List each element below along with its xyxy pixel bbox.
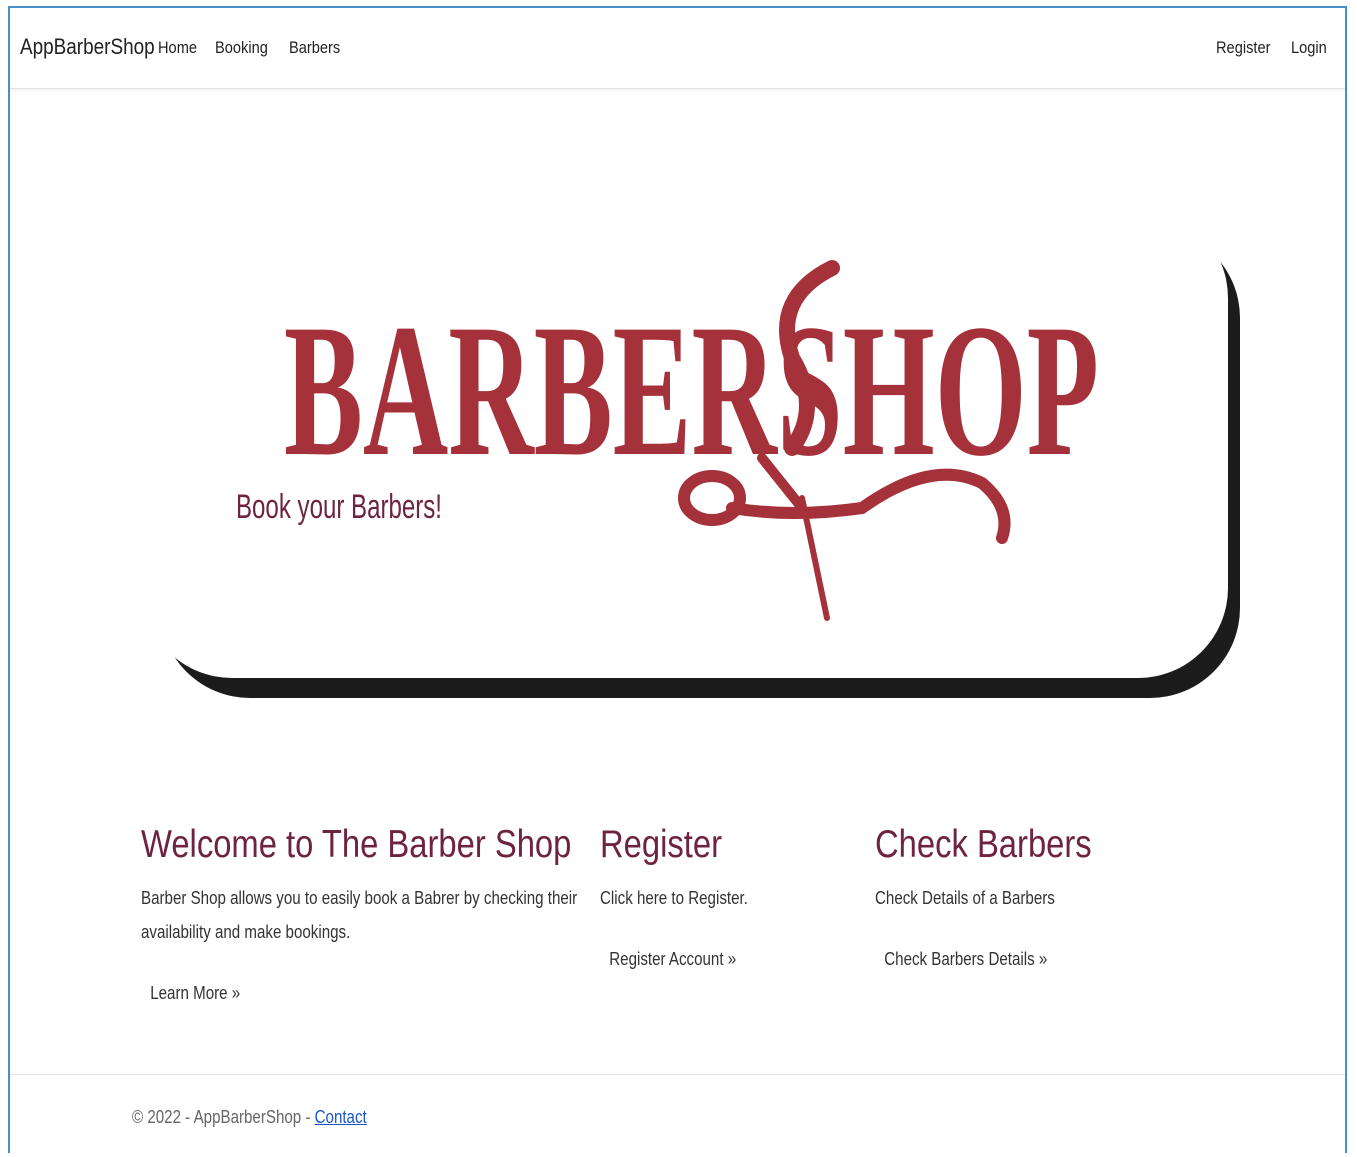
- check-barbers-details-link[interactable]: Check Barbers Details »: [875, 941, 1057, 978]
- nav-login-link[interactable]: Login: [1291, 38, 1327, 58]
- nav-home-link[interactable]: Home: [158, 38, 197, 58]
- register-heading: Register: [600, 823, 722, 866]
- brand-link[interactable]: AppBarberShop: [20, 34, 155, 60]
- nav-register-link[interactable]: Register: [1216, 38, 1270, 58]
- logo-text: BARBERSHOP: [284, 286, 1099, 496]
- hero-tagline: Book your Barbers!: [236, 488, 442, 526]
- nav-barbers-link[interactable]: Barbers: [289, 38, 340, 58]
- check-barbers-column: Check Barbers Check Details of a Barbers…: [875, 823, 1133, 978]
- nav-account-links: Register Login: [1216, 38, 1333, 58]
- check-barbers-text: Check Details of a Barbers: [875, 888, 1055, 908]
- register-account-link[interactable]: Register Account »: [600, 941, 745, 978]
- nav-booking-link[interactable]: Booking: [215, 38, 268, 58]
- welcome-text-line-1: Barber Shop allows you to easily book a …: [141, 888, 578, 908]
- welcome-heading: Welcome to The Barber Shop: [141, 823, 572, 866]
- footer: © 2022 - AppBarberShop - Contact: [10, 1074, 1345, 1157]
- nav-main-links: Home Booking Barbers: [158, 38, 348, 58]
- contact-link[interactable]: Contact: [315, 1107, 367, 1127]
- check-barbers-heading: Check Barbers: [875, 823, 1092, 866]
- browser-page: AppBarberShop Home Booking Barbers Regis…: [8, 6, 1347, 1153]
- copyright-text: © 2022 - AppBarberShop -: [132, 1107, 315, 1127]
- hero-banner: BARBERSHOP Book your Barbers!: [142, 208, 1228, 678]
- welcome-text-line-2: availability and make bookings.: [141, 922, 351, 942]
- welcome-column: Welcome to The Barber Shop Barber Shop a…: [141, 823, 660, 1012]
- navbar: AppBarberShop Home Booking Barbers Regis…: [10, 8, 1345, 89]
- footer-text: © 2022 - AppBarberShop - Contact: [132, 1107, 367, 1128]
- barbershop-logo: BARBERSHOP Book your Barbers!: [236, 260, 1099, 621]
- register-column: Register Click here to Register. Registe…: [600, 823, 776, 978]
- register-text: Click here to Register.: [600, 888, 748, 908]
- welcome-text: Barber Shop allows you to easily book a …: [141, 881, 577, 949]
- learn-more-link[interactable]: Learn More »: [141, 975, 249, 1012]
